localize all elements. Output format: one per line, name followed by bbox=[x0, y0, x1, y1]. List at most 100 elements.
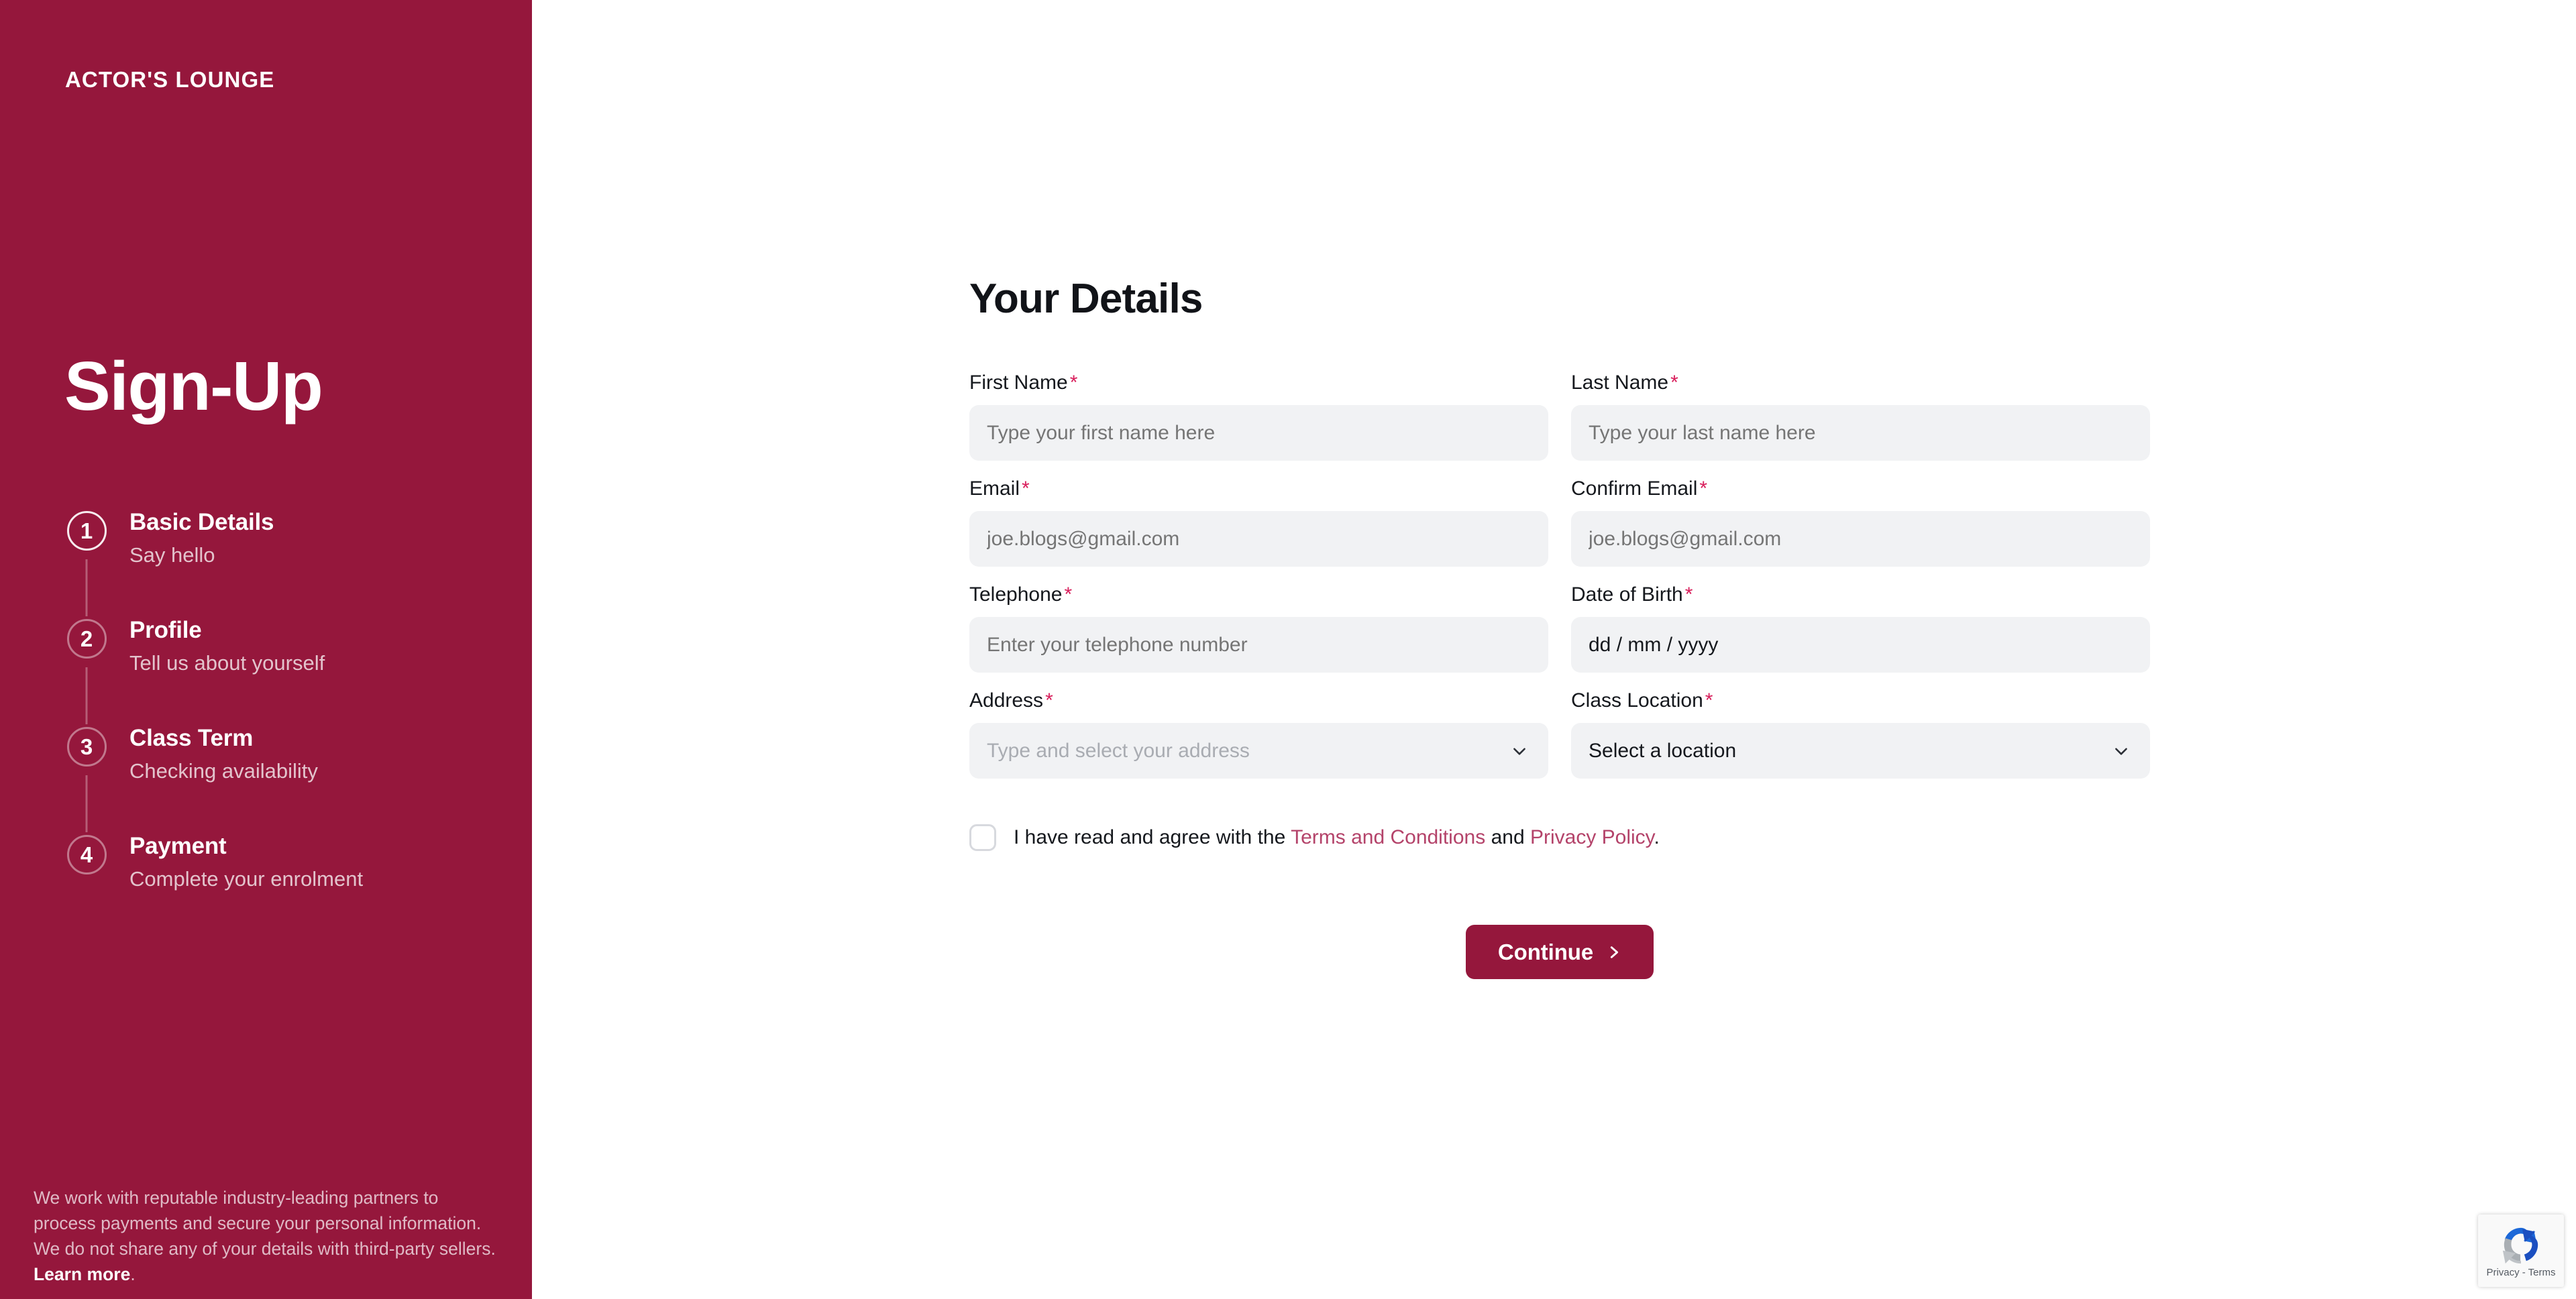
step-title: Basic Details bbox=[129, 509, 274, 535]
telephone-label-text: Telephone bbox=[969, 583, 1063, 606]
step-text: Basic Details Say hello bbox=[109, 507, 274, 569]
continue-button[interactable]: Continue bbox=[1465, 925, 1654, 979]
required-asterisk: * bbox=[1705, 689, 1713, 712]
field-telephone: Telephone * bbox=[969, 583, 1548, 673]
chevron-down-icon bbox=[2112, 742, 2130, 760]
main-content: Your Details First Name* Last Name* Emai… bbox=[532, 0, 2576, 1299]
email-label: Email * bbox=[969, 477, 1548, 501]
step-connector bbox=[85, 559, 88, 616]
sidebar-step-profile[interactable]: 2 Profile Tell us about yourself bbox=[64, 615, 480, 724]
sidebar-disclaimer-trailing: . bbox=[130, 1263, 136, 1284]
chevron-right-icon bbox=[1607, 945, 1621, 960]
class-location-value-text: Select a location bbox=[1589, 740, 1737, 762]
address-select[interactable]: Type and select your address bbox=[969, 723, 1548, 779]
form-heading: Your Details bbox=[969, 276, 1203, 322]
recaptcha-logo-icon bbox=[2500, 1224, 2542, 1265]
field-date-of-birth: Date of Birth * dd / mm / yyyy bbox=[1571, 583, 2150, 673]
page-title: Sign-Up bbox=[64, 347, 323, 425]
email-input[interactable] bbox=[969, 511, 1548, 567]
step-text: Payment Complete your enrolment bbox=[109, 831, 363, 893]
step-marker: 3 bbox=[64, 723, 109, 832]
last-name-input[interactable] bbox=[1571, 405, 2150, 461]
step-subtitle: Checking availability bbox=[129, 758, 318, 783]
required-asterisk: * bbox=[1069, 372, 1078, 394]
terms-conjunction-text: and bbox=[1485, 826, 1530, 848]
step-connector bbox=[85, 775, 88, 832]
sidebar-disclaimer-text: We work with reputable industry-leading … bbox=[34, 1188, 496, 1259]
step-subtitle: Complete your enrolment bbox=[129, 866, 364, 891]
telephone-input[interactable] bbox=[969, 617, 1548, 673]
confirm-email-label: Confirm Email * bbox=[1571, 477, 2150, 501]
terms-checkbox[interactable] bbox=[969, 824, 996, 851]
telephone-label: Telephone * bbox=[969, 583, 1548, 607]
required-asterisk: * bbox=[1684, 583, 1693, 606]
last-name-label: Last Name * bbox=[1571, 371, 2150, 395]
confirm-email-input[interactable] bbox=[1571, 511, 2150, 567]
form-actions: Continue bbox=[969, 925, 2150, 979]
required-asterisk: * bbox=[1045, 689, 1053, 712]
terms-lead-text: I have read and agree with the bbox=[1014, 826, 1291, 848]
terms-text: I have read and agree with the Terms and… bbox=[1014, 826, 1660, 850]
sidebar: ACTOR'S LOUNGE Sign-Up 1 Basic Details S… bbox=[0, 0, 532, 1299]
step-marker: 1 bbox=[64, 507, 109, 616]
recaptcha-badge[interactable]: Privacy - Terms bbox=[2478, 1215, 2564, 1287]
field-last-name: Last Name * bbox=[1571, 371, 2150, 461]
required-asterisk: * bbox=[1699, 477, 1708, 500]
required-asterisk: * bbox=[1670, 372, 1678, 394]
signup-page: ACTOR'S LOUNGE Sign-Up 1 Basic Details S… bbox=[0, 0, 2576, 1299]
form-row-address-location: Address * Type and select your address Cl… bbox=[969, 689, 2150, 779]
step-marker: 2 bbox=[64, 615, 109, 724]
field-first-name: First Name * bbox=[969, 371, 1548, 461]
first-name-label: First Name * bbox=[969, 371, 1548, 395]
recaptcha-label: Privacy - Terms bbox=[2486, 1267, 2556, 1278]
chevron-down-icon bbox=[1511, 742, 1528, 760]
address-label-text: Address bbox=[969, 689, 1044, 712]
step-subtitle: Tell us about yourself bbox=[129, 651, 325, 675]
field-email: Email * bbox=[969, 477, 1548, 567]
step-text: Profile Tell us about yourself bbox=[109, 615, 325, 677]
terms-agreement-row: I have read and agree with the Terms and… bbox=[969, 824, 2150, 851]
class-location-select[interactable]: Select a location bbox=[1571, 723, 2150, 779]
required-asterisk: * bbox=[1064, 583, 1073, 606]
brand-logo: ACTOR'S LOUNGE bbox=[65, 67, 275, 92]
address-placeholder-text: Type and select your address bbox=[987, 740, 1250, 762]
learn-more-link[interactable]: Learn more bbox=[34, 1264, 130, 1284]
address-label: Address * bbox=[969, 689, 1548, 713]
first-name-label-text: First Name bbox=[969, 372, 1068, 394]
sidebar-step-payment[interactable]: 4 Payment Complete your enrolment bbox=[64, 831, 480, 893]
form-row-phone-dob: Telephone* Date of Birth* dd / mm / yyyy bbox=[969, 583, 2150, 673]
confirm-email-label-text: Confirm Email bbox=[1571, 477, 1698, 500]
step-subtitle: Say hello bbox=[129, 543, 215, 567]
required-asterisk: * bbox=[1022, 477, 1030, 500]
class-location-label-text: Class Location bbox=[1571, 689, 1703, 712]
date-of-birth-label-text: Date of Birth bbox=[1571, 583, 1683, 606]
terms-and-conditions-link[interactable]: Terms and Conditions bbox=[1291, 826, 1485, 848]
date-of-birth-label: Date of Birth * bbox=[1571, 583, 2150, 607]
form-row-emails: Email* Confirm Email* bbox=[969, 477, 2150, 567]
email-label-text: Email bbox=[969, 477, 1020, 500]
step-number-badge: 4 bbox=[66, 835, 107, 874]
terms-trailing-text: . bbox=[1654, 826, 1660, 848]
step-marker: 4 bbox=[64, 831, 109, 874]
step-number-badge: 2 bbox=[66, 619, 107, 659]
step-number-badge: 1 bbox=[66, 511, 107, 551]
step-connector bbox=[85, 667, 88, 724]
field-address: Address * Type and select your address bbox=[969, 689, 1548, 779]
continue-button-label: Continue bbox=[1497, 939, 1594, 964]
field-confirm-email: Confirm Email * bbox=[1571, 477, 2150, 567]
step-text: Class Term Checking availability bbox=[109, 723, 318, 785]
step-number-badge: 3 bbox=[66, 727, 107, 767]
class-location-label: Class Location * bbox=[1571, 689, 2150, 713]
step-list: 1 Basic Details Say hello 2 Profile Tell… bbox=[64, 507, 480, 893]
date-of-birth-input[interactable]: dd / mm / yyyy bbox=[1571, 617, 2150, 673]
field-class-location: Class Location * Select a location bbox=[1571, 689, 2150, 779]
step-title: Payment bbox=[129, 833, 227, 859]
privacy-policy-link[interactable]: Privacy Policy bbox=[1530, 826, 1654, 848]
last-name-label-text: Last Name bbox=[1571, 372, 1669, 394]
step-title: Profile bbox=[129, 617, 202, 643]
sidebar-disclaimer: We work with reputable industry-leading … bbox=[34, 1186, 496, 1288]
signup-form: Your Details First Name* Last Name* Emai… bbox=[969, 278, 2150, 979]
sidebar-step-class-term[interactable]: 3 Class Term Checking availability bbox=[64, 723, 480, 832]
sidebar-step-basic-details[interactable]: 1 Basic Details Say hello bbox=[64, 507, 480, 616]
first-name-input[interactable] bbox=[969, 405, 1548, 461]
